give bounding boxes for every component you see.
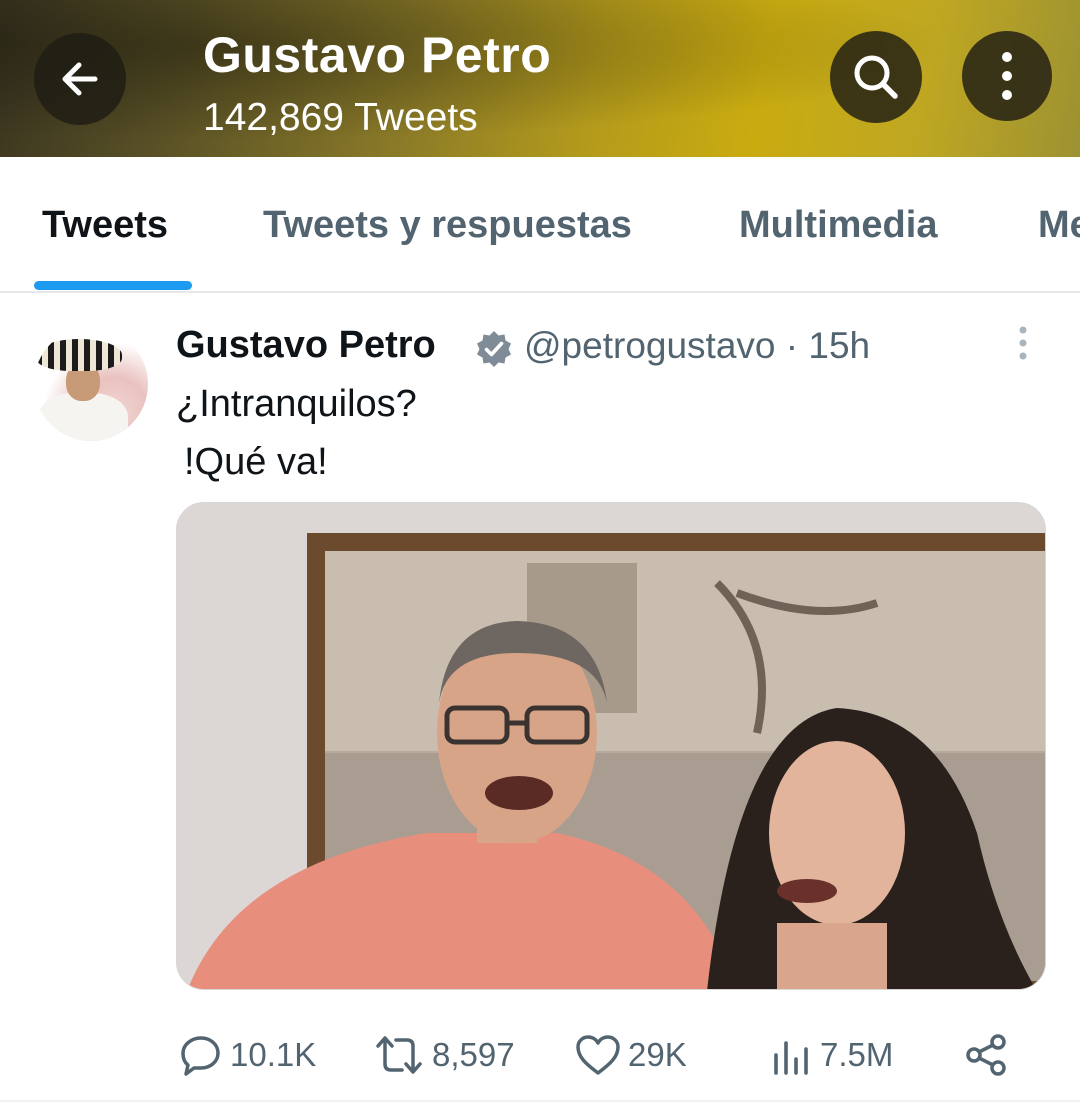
like-button[interactable]: 29K [574,1030,687,1080]
tweet-author-name[interactable]: Gustavo Petro [176,324,436,367]
share-icon [966,1034,1006,1076]
more-vertical-icon [1002,52,1012,100]
like-count: 29K [628,1036,687,1073]
tweet-text-line-2: !Qué va! [184,441,328,483]
reply-count: 10.1K [230,1036,317,1073]
more-options-button[interactable] [962,31,1052,121]
profile-tabs: Tweets Tweets y respuestas Multimedia Me [0,157,1080,293]
tweet-text-line-1: ¿Intranquilos? [176,383,417,425]
header-title: Gustavo Petro [203,27,552,83]
retweet-icon [376,1036,422,1074]
retweet-count: 8,597 [432,1036,515,1073]
avatar[interactable] [34,327,148,441]
reply-icon [181,1036,220,1076]
tweet-actions-bar: 10.1K 8,597 29K 7.5M [0,1020,1080,1090]
tweet-divider [0,1100,1080,1102]
retweet-button[interactable]: 8,597 [372,1030,515,1080]
reply-button[interactable]: 10.1K [178,1030,316,1080]
views-button[interactable]: 7.5M [770,1030,893,1080]
views-icon [774,1041,808,1075]
tweet-media-image[interactable] [176,502,1046,990]
tab-me[interactable]: Me [1038,204,1080,247]
tweet-more-icon[interactable] [1006,324,1040,364]
like-icon [576,1035,620,1075]
tab-multimedia[interactable]: Multimedia [739,204,937,247]
search-icon [854,55,898,99]
photo-illustration [177,503,1045,989]
search-button[interactable] [830,31,922,123]
verified-badge-icon [477,331,511,367]
profile-header: Gustavo Petro 142,869 Tweets [0,0,1080,157]
back-arrow-icon [62,62,98,96]
header-tweet-count: 142,869 Tweets [203,96,478,139]
tweet-handle-time[interactable]: @petrogustavo · 15h [524,325,870,367]
share-button[interactable] [964,1030,1016,1080]
tab-tweets[interactable]: Tweets [42,204,168,247]
back-button[interactable] [34,33,126,125]
tab-tweets-y-respuestas[interactable]: Tweets y respuestas [263,204,632,247]
active-tab-indicator [34,281,192,290]
views-count: 7.5M [820,1036,894,1073]
